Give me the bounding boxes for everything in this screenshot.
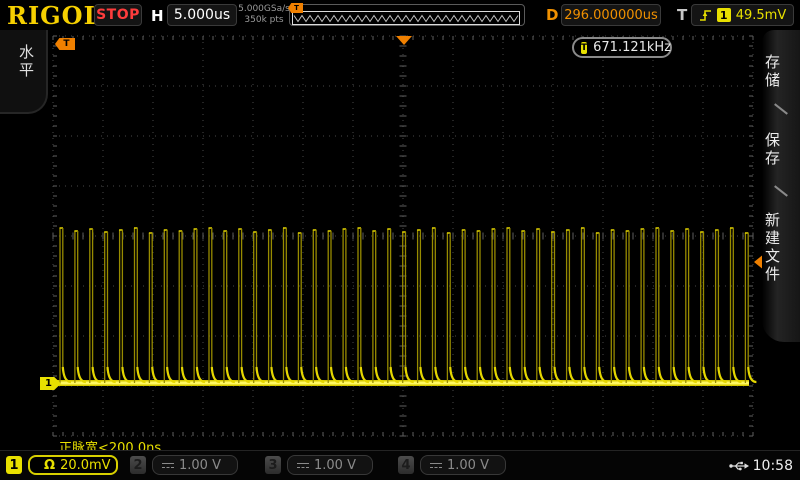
menu-item-new-file[interactable]: 新建文件 xyxy=(762,212,800,284)
status-clock: 10:58 xyxy=(729,458,793,474)
ch3-scale-box[interactable]: 1.00 V xyxy=(287,455,373,475)
run-stop-status[interactable]: STOP xyxy=(94,4,142,26)
time-value: 10:58 xyxy=(753,458,793,474)
trigger-settings[interactable]: 1 49.5mV xyxy=(691,4,794,26)
counter-frequency-value: 671.121kHz xyxy=(593,40,671,55)
ch2-badge[interactable]: 2 xyxy=(130,456,146,474)
ch4-scale-value: 1.00 V xyxy=(447,458,489,473)
trigger-time-flag-marker[interactable]: T xyxy=(55,38,75,50)
waveform-preview-window[interactable] xyxy=(289,4,525,26)
ch1-scale-box[interactable]: Ω 20.0mV xyxy=(28,455,118,475)
frequency-counter: T 671.121kHz xyxy=(572,37,672,58)
ch4-scale-box[interactable]: 1.00 V xyxy=(420,455,506,475)
trigger-position-marker-icon[interactable] xyxy=(396,36,412,45)
trigger-label: T xyxy=(677,6,687,24)
ch3-scale-value: 1.00 V xyxy=(314,458,356,473)
rigol-logo: RIGOL xyxy=(7,1,101,30)
menu-item-save[interactable]: 保存 xyxy=(762,132,800,168)
horizontal-menu-tab[interactable]: 水平 xyxy=(0,30,48,114)
trigger-level-value: 49.5mV xyxy=(736,8,787,23)
trigger-delay-value[interactable]: 296.000000us xyxy=(561,4,661,26)
impedance-icon: Ω xyxy=(44,458,55,473)
menu-item-storage[interactable]: 存储 xyxy=(762,54,800,90)
ch3-badge[interactable]: 3 xyxy=(265,456,281,474)
menu-separator xyxy=(774,185,788,196)
dc-coupling-icon xyxy=(297,463,309,468)
delay-label: D xyxy=(546,6,558,24)
ch2-scale-box[interactable]: 1.00 V xyxy=(152,455,238,475)
horizontal-label: H xyxy=(151,7,164,25)
acquisition-info: 5.000GSa/s 350k pts xyxy=(238,4,290,26)
ch2-scale-value: 1.00 V xyxy=(179,458,221,473)
sample-rate: 5.000GSa/s xyxy=(238,4,290,15)
trigger-source-badge: 1 xyxy=(717,8,731,22)
channel-status-bar: 1 Ω 20.0mV 2 1.00 V 3 1.00 V 4 1.00 V xyxy=(0,450,800,480)
ch1-badge[interactable]: 1 xyxy=(6,456,22,474)
dc-coupling-icon xyxy=(162,463,174,468)
memory-depth: 350k pts xyxy=(238,15,290,26)
usb-icon xyxy=(729,460,749,472)
ch1-ground-marker[interactable]: 1 xyxy=(40,377,61,390)
oscilloscope-screen: RIGOL STOP H 5.000us 5.000GSa/s 350k pts… xyxy=(0,0,800,480)
ch1-scale-value: 20.0mV xyxy=(60,458,111,473)
storage-softkey-menu: 存储 保存 新建文件 xyxy=(762,30,800,342)
counter-trigger-badge: T xyxy=(581,42,587,54)
dc-coupling-icon xyxy=(430,463,442,468)
timebase-value[interactable]: 5.000us xyxy=(167,4,237,26)
waveform-display xyxy=(0,0,800,480)
rising-edge-icon xyxy=(699,7,712,23)
horizontal-tab-label: 水平 xyxy=(16,44,37,80)
menu-separator xyxy=(774,103,788,114)
ch4-badge[interactable]: 4 xyxy=(398,456,414,474)
